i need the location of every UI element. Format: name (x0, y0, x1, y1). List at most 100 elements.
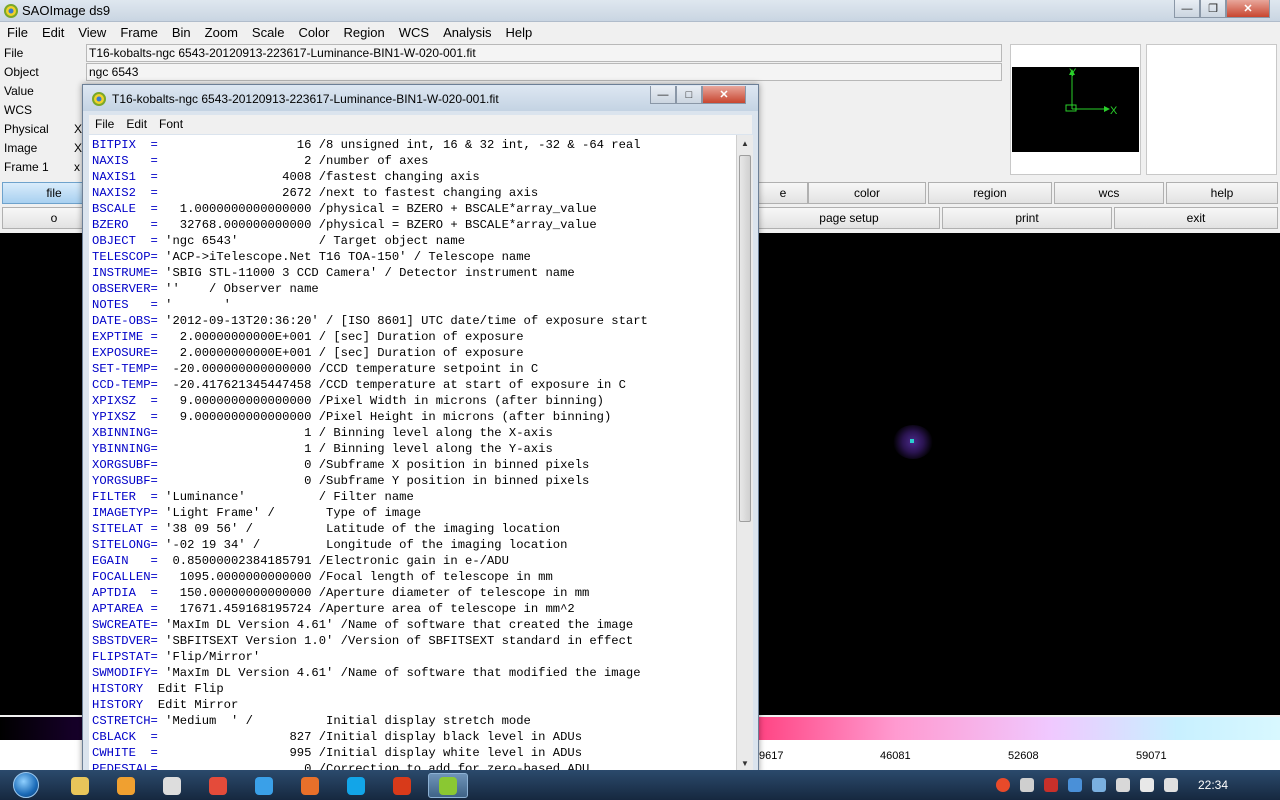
header-value: '2012-09-13T20:36:20' / [ISO 8601] UTC d… (157, 314, 648, 328)
start-button[interactable] (4, 770, 48, 800)
taskbar-app-app-red[interactable] (382, 773, 422, 798)
header-window-titlebar[interactable]: T16-kobalts-ngc 6543-20120913-223617-Lum… (83, 85, 758, 111)
header-value: 'Flip/Mirror' (157, 650, 261, 664)
close-button[interactable]: ✕ (1226, 0, 1270, 18)
menu-file[interactable]: File (0, 22, 35, 42)
scroll-down-icon[interactable]: ▼ (737, 755, 753, 771)
ds9-icon (439, 776, 457, 795)
header-value: 32768.000000000000 /physical = BZERO + B… (157, 218, 597, 232)
taskbar-app-media[interactable] (106, 773, 146, 798)
header-card: TELESCOP= 'ACP->iTelescope.Net T16 TOA-1… (92, 249, 736, 265)
taskbar-app-ie[interactable] (244, 773, 284, 798)
close-icon: ✕ (1243, 3, 1253, 15)
color-button[interactable]: color (808, 182, 926, 204)
header-keyword: HISTORY (92, 698, 151, 712)
header-card: EXPTIME = 2.00000000000E+001 / [sec] Dur… (92, 329, 736, 345)
menu-zoom[interactable]: Zoom (198, 22, 245, 42)
header-menu-edit[interactable]: Edit (120, 115, 153, 135)
wcs-button[interactable]: wcs (1054, 182, 1164, 204)
tray-network-icon[interactable] (1092, 778, 1106, 792)
header-keyword: CSTRETCH= (92, 714, 158, 728)
tray-action-center-icon[interactable] (1140, 778, 1154, 792)
scrollbar-thumb[interactable] (739, 155, 751, 522)
menu-edit[interactable]: Edit (35, 22, 71, 42)
header-card: HISTORY Edit Flip (92, 681, 736, 697)
menu-frame[interactable]: Frame (113, 22, 165, 42)
firefox-icon (301, 776, 319, 795)
header-keyword: XORGSUBF= (92, 458, 158, 472)
header-value: 'Medium ' / Initial display stretch mode (157, 714, 531, 728)
taskbar: 22:34 (0, 770, 1280, 800)
ie-icon (255, 776, 273, 795)
menu-scale[interactable]: Scale (245, 22, 292, 42)
maximize-button[interactable]: ❐ (1200, 0, 1226, 18)
tray-volume-icon[interactable] (1164, 778, 1178, 792)
menu-color[interactable]: Color (291, 22, 336, 42)
taskbar-app-ds9[interactable] (428, 773, 468, 798)
minimize-icon: — (657, 88, 669, 101)
ds9-app-icon (4, 4, 18, 18)
header-keyword: SET-TEMP= (92, 362, 158, 376)
taskbar-app-panda[interactable] (152, 773, 192, 798)
header-value: 2 /number of axes (157, 154, 429, 168)
header-value: 4008 /fastest changing axis (157, 170, 480, 184)
minimize-button[interactable]: — (650, 86, 676, 104)
taskbar-app-firefox[interactable] (290, 773, 330, 798)
tray-monitor-icon[interactable] (1068, 778, 1082, 792)
header-keyword: OBJECT = (92, 234, 158, 248)
scale-button-partial[interactable]: e (758, 182, 808, 204)
menu-help[interactable]: Help (498, 22, 539, 42)
header-menu-file[interactable]: File (89, 115, 120, 135)
header-card: CWHITE = 995 /Initial display white leve… (92, 745, 736, 761)
object-field[interactable]: ngc 6543 (86, 63, 1002, 81)
header-value: 'MaxIm DL Version 4.61' /Name of softwar… (157, 618, 634, 632)
header-value: -20.417621345447458 /CCD temperature at … (157, 378, 626, 392)
maximize-button[interactable]: □ (676, 86, 702, 104)
frame-label: Frame 1 (4, 160, 49, 174)
panner-image[interactable]: Y X (1012, 67, 1139, 152)
colorbar-tick-label: 46081 (880, 750, 911, 762)
header-value: 9.0000000000000000 /Pixel Width in micro… (157, 394, 604, 408)
tray-signal-icon[interactable] (1116, 778, 1130, 792)
header-menu-font[interactable]: Font (153, 115, 189, 135)
print-button[interactable]: print (942, 207, 1112, 229)
file-field[interactable]: T16-kobalts-ngc 6543-20120913-223617-Lum… (86, 44, 1002, 62)
ds9-titlebar[interactable]: SAOImage ds9 — ❐ ✕ (0, 0, 1280, 22)
menu-view[interactable]: View (71, 22, 113, 42)
taskbar-app-chrome[interactable] (198, 773, 238, 798)
scroll-up-icon[interactable]: ▲ (737, 135, 753, 151)
header-value: 2.00000000000E+001 / [sec] Duration of e… (157, 330, 524, 344)
header-value: Edit Mirror (150, 698, 239, 712)
skype-icon (347, 776, 365, 795)
header-value: 1 / Binning level along the Y-axis (157, 442, 553, 456)
page-setup-button[interactable]: page setup (758, 207, 940, 229)
help-button[interactable]: help (1166, 182, 1278, 204)
header-keyword: APTDIA = (92, 586, 158, 600)
panner-compass: Y X (1065, 67, 1118, 117)
taskbar-app-explorer[interactable] (60, 773, 100, 798)
header-value: 'Luminance' / Filter name (157, 490, 414, 504)
header-keyword: FLIPSTAT= (92, 650, 158, 664)
menu-region[interactable]: Region (337, 22, 392, 42)
header-value: 1095.0000000000000 /Focal length of tele… (157, 570, 553, 584)
tray-power-icon[interactable] (1020, 778, 1034, 792)
header-card: NOTES = ' ' (92, 297, 736, 313)
taskbar-app-skype[interactable] (336, 773, 376, 798)
minimize-button[interactable]: — (1174, 0, 1200, 18)
exit-button[interactable]: exit (1114, 207, 1278, 229)
tray-antivirus-icon[interactable] (996, 778, 1010, 792)
magnifier (1146, 44, 1277, 175)
vertical-scrollbar[interactable]: ▲ ▼ (736, 135, 753, 771)
menu-analysis[interactable]: Analysis (436, 22, 498, 42)
header-card: NAXIS1 = 4008 /fastest changing axis (92, 169, 736, 185)
menu-bin[interactable]: Bin (165, 22, 198, 42)
tray-flag-icon[interactable] (1044, 778, 1058, 792)
header-window-menubar: File Edit Font (89, 115, 752, 134)
header-card: BSCALE = 1.0000000000000000 /physical = … (92, 201, 736, 217)
close-button[interactable]: ✕ (702, 86, 746, 104)
header-keyword: FILTER = (92, 490, 158, 504)
region-button[interactable]: region (928, 182, 1052, 204)
taskbar-clock[interactable]: 22:34 (1198, 778, 1228, 792)
fits-header-text[interactable]: BITPIX = 16 /8 unsigned int, 16 & 32 int… (89, 135, 736, 771)
menu-wcs[interactable]: WCS (392, 22, 436, 42)
